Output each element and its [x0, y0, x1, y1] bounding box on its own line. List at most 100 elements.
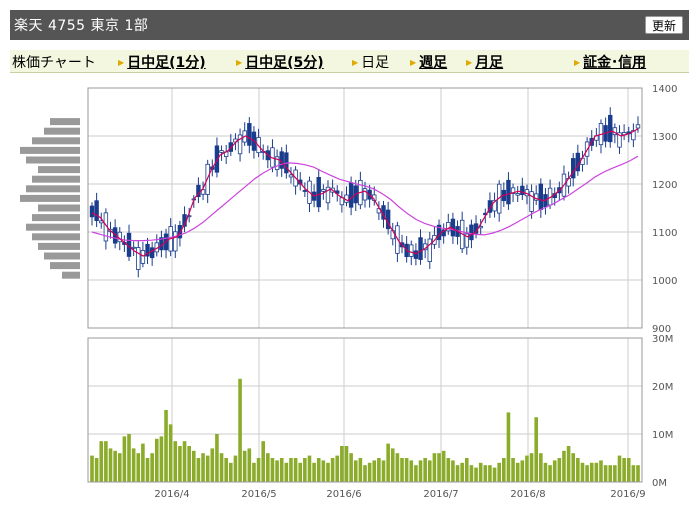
volume-bar [289, 458, 293, 482]
volume-bar [543, 462, 548, 482]
volume-bar [104, 441, 108, 482]
candle-up [409, 244, 414, 257]
candle-up [219, 150, 224, 153]
volume-bar [483, 465, 488, 482]
volume-profile-bar [38, 242, 80, 250]
candle-down [469, 224, 474, 241]
candle-down [608, 114, 613, 143]
volume-profile-bar [50, 262, 80, 270]
volume-tick-label: 20M [652, 382, 673, 393]
volume-profile-bar [50, 118, 80, 126]
candle-down [89, 205, 95, 218]
volume-bar [178, 446, 182, 482]
volume-bar [321, 460, 326, 482]
plot-frames [87, 87, 643, 483]
volume-bar [187, 446, 191, 482]
volume-profile-bar [32, 175, 80, 183]
volume-bar [113, 450, 117, 482]
volume-bar [316, 458, 321, 482]
volume-bar [497, 462, 501, 482]
volume-bar [427, 460, 432, 482]
candle-down [571, 158, 576, 179]
volume-bar [418, 460, 423, 482]
volume-bar [617, 455, 622, 482]
candle-down [149, 247, 155, 259]
candle-up [529, 191, 534, 212]
volume-bar [377, 458, 381, 482]
candle-up [136, 247, 141, 270]
volume-bar [219, 453, 224, 482]
volume-bar [117, 453, 122, 482]
grid [88, 87, 642, 483]
volume-bar [108, 448, 113, 482]
volume-bar [460, 462, 464, 482]
volume-bar [446, 458, 451, 482]
volume-bar [127, 434, 131, 482]
volume-bar [224, 458, 228, 482]
volume-bars [90, 378, 640, 482]
volume-bar [608, 465, 613, 482]
volume-bar [303, 458, 307, 482]
volume-bar [256, 458, 261, 482]
candle-up [427, 238, 432, 262]
candle-up [131, 246, 136, 249]
volume-profile-bar [38, 166, 80, 174]
volume-bar [599, 460, 603, 482]
volume-bar [441, 450, 446, 482]
volume-bar [261, 441, 266, 482]
volume-bar [395, 453, 400, 482]
candle-down [538, 183, 544, 210]
candle-down [413, 250, 419, 259]
date-tick-label: 2016/6 [326, 489, 361, 500]
volume-bar [330, 458, 335, 482]
volume-bar [400, 458, 404, 482]
volume-bar [552, 460, 557, 482]
volume-bar [372, 460, 377, 482]
candle-down [520, 185, 525, 196]
volume-bar [548, 465, 552, 482]
volume-bar [196, 458, 201, 482]
volume-bar [409, 460, 414, 482]
volume-bar [122, 436, 127, 482]
volume-bar [566, 446, 571, 482]
volume-bar [585, 465, 589, 482]
volume-bar [589, 462, 594, 482]
volume-bar [386, 443, 390, 482]
volume-bar [275, 460, 279, 482]
volume-bar [580, 462, 585, 482]
volume-bar [284, 462, 289, 482]
volume-tick-label: 10M [652, 430, 673, 441]
volume-tick-label: 0M [652, 478, 667, 489]
volume-bar [423, 458, 427, 482]
volume-bar [131, 448, 136, 482]
volume-bar [358, 458, 363, 482]
candle-up [288, 174, 294, 178]
volume-bar [613, 465, 617, 482]
price-tick-label: 1100 [652, 228, 677, 239]
price-tick-label: 1000 [652, 276, 677, 287]
volume-bar [529, 453, 534, 482]
volume-bar [242, 450, 247, 482]
volume-bar [488, 465, 492, 482]
volume-profile-bar [32, 214, 80, 222]
price-tick-label: 1300 [652, 132, 677, 143]
volume-bar [150, 453, 154, 482]
candle-down [506, 179, 511, 205]
volume-bar [136, 453, 141, 482]
volume-bar [414, 465, 418, 482]
volume-bar [99, 441, 104, 482]
date-tick-label: 2016/7 [423, 489, 458, 500]
volume-bar [168, 424, 173, 482]
volume-bar [233, 455, 238, 482]
volume-bar [279, 458, 284, 482]
volume-bar [266, 453, 270, 482]
volume-bar [247, 448, 252, 482]
candle-down [348, 182, 354, 208]
volume-profile-bar [44, 127, 80, 135]
volume-profile-bar [26, 156, 80, 164]
volume-profile-bar [32, 233, 80, 241]
volume-bar [215, 434, 219, 482]
candle-down [247, 123, 252, 146]
volume-bar [293, 458, 298, 482]
candle-up [173, 231, 178, 252]
